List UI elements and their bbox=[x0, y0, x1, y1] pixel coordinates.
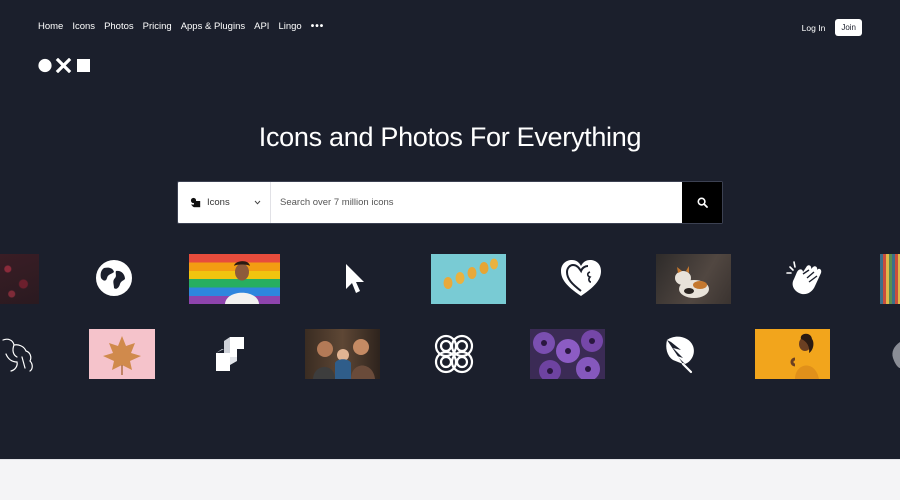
login-link[interactable]: Log In bbox=[802, 23, 826, 33]
pears-row bbox=[443, 258, 498, 289]
hero-title: Icons and Photos For Everything bbox=[258, 122, 642, 152]
nav-pricing[interactable]: Pricing bbox=[143, 21, 172, 32]
page-content-area bbox=[0, 459, 900, 500]
photo-man-rainbow-flag[interactable] bbox=[189, 254, 280, 304]
family-figures bbox=[313, 339, 375, 379]
nav-apps-plugins[interactable]: Apps & Plugins bbox=[181, 21, 245, 32]
clapping-hands-icon[interactable] bbox=[785, 260, 825, 298]
nav-photos[interactable]: Photos bbox=[104, 21, 134, 32]
nav-icons[interactable]: Icons bbox=[72, 21, 95, 32]
petunias bbox=[533, 330, 603, 379]
search-submit-button[interactable] bbox=[682, 182, 722, 223]
auth-links: Log In Join bbox=[802, 19, 862, 36]
search-icon bbox=[696, 197, 708, 208]
photo-family[interactable] bbox=[305, 329, 380, 379]
photo-purple-flowers[interactable] bbox=[530, 329, 605, 379]
search-bar: Icons bbox=[177, 181, 723, 224]
cat-figure bbox=[675, 266, 709, 298]
photo-autumn-leaf[interactable] bbox=[89, 329, 155, 379]
woman-figure bbox=[790, 333, 819, 379]
join-button[interactable]: Join bbox=[835, 19, 862, 36]
photo-pears[interactable] bbox=[431, 254, 506, 304]
maple-leaf bbox=[103, 336, 141, 375]
globe-icon[interactable] bbox=[95, 259, 133, 297]
photo-cat[interactable] bbox=[656, 254, 731, 304]
person-figure bbox=[225, 261, 259, 304]
cursor-icon[interactable] bbox=[343, 262, 367, 296]
knot-pattern-icon[interactable] bbox=[433, 333, 475, 375]
search-input[interactable] bbox=[271, 182, 682, 223]
chevron-down-icon bbox=[254, 200, 261, 205]
hero-section: Home Icons Photos Pricing Apps & Plugins… bbox=[0, 0, 900, 459]
photo-woman-yellow[interactable] bbox=[755, 329, 830, 379]
partial-icon bbox=[892, 342, 900, 368]
nav-api[interactable]: API bbox=[254, 21, 269, 32]
search-type-dropdown[interactable]: Icons bbox=[178, 182, 271, 223]
nav-more-menu[interactable]: ••• bbox=[311, 21, 325, 32]
icons-category-icon bbox=[190, 197, 201, 208]
nav-home[interactable]: Home bbox=[38, 21, 63, 32]
dog-outline-icon[interactable] bbox=[0, 334, 36, 374]
photo-colored-pencils[interactable] bbox=[880, 254, 900, 304]
search-type-label: Icons bbox=[207, 197, 230, 208]
top-nav: Home Icons Photos Pricing Apps & Plugins… bbox=[38, 21, 324, 32]
monstera-leaf-icon[interactable] bbox=[663, 334, 697, 374]
nav-lingo[interactable]: Lingo bbox=[278, 21, 301, 32]
blocks-icon[interactable] bbox=[212, 335, 248, 373]
photo-berries[interactable] bbox=[0, 254, 39, 304]
noun-project-logo[interactable] bbox=[38, 58, 92, 73]
heart-face-icon[interactable] bbox=[560, 258, 602, 300]
